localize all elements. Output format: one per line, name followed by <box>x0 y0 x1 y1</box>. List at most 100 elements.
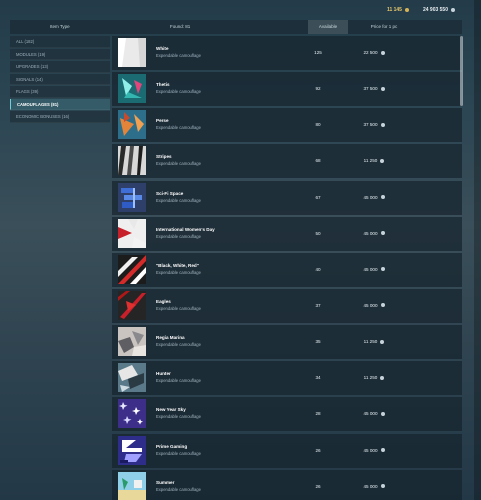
item-available: 68 <box>315 158 321 164</box>
camouflage-thumbnail <box>118 363 146 393</box>
camouflage-thumbnail <box>118 38 146 67</box>
item-name: Eagles <box>156 298 171 304</box>
camouflage-thumbnail <box>118 218 146 248</box>
item-available: 26 <box>315 483 321 489</box>
credits-icon <box>380 122 385 127</box>
credits-icon <box>380 339 385 344</box>
list-item[interactable]: White Expendable camouflage 125 22 500 <box>112 36 462 70</box>
item-type: Expendable camouflage <box>156 53 201 58</box>
item-type: Expendable camouflage <box>156 197 201 203</box>
item-available: 80 <box>315 122 321 128</box>
item-name: Stripes <box>156 154 172 160</box>
item-price: 45 000 <box>344 411 404 416</box>
list-item[interactable]: Perse Expendable camouflage 80 37 500 <box>112 108 462 143</box>
item-price: 45 000 <box>344 231 404 236</box>
list-item[interactable]: Stripes Expendable camouflage 68 11 250 <box>112 144 462 179</box>
item-available: 35 <box>315 339 321 345</box>
item-price: 45 000 <box>344 303 404 308</box>
list-item[interactable]: Thetis Expendable camouflage 92 37 500 <box>112 72 462 107</box>
perse-camo-icon <box>118 110 146 140</box>
item-name: Thetis <box>156 82 170 88</box>
currency-bar: 11 145 24 903 550 <box>0 0 481 20</box>
item-type: Expendable camouflage <box>156 342 201 348</box>
price-amount: 11 250 <box>363 375 378 381</box>
found-count: Found: 81 <box>170 24 191 29</box>
scrollbar[interactable] <box>460 36 463 106</box>
item-type: Expendable camouflage <box>156 450 201 456</box>
price-amount: 37 500 <box>363 86 378 92</box>
item-type: Expendable camouflage <box>156 305 201 311</box>
credits-icon <box>451 8 455 12</box>
item-available: 125 <box>314 50 322 55</box>
item-type: Expendable camouflage <box>156 161 201 167</box>
list-item[interactable]: New Year Sky Expendable camouflage 28 45 00… <box>112 397 462 432</box>
camouflage-thumbnail <box>118 399 146 429</box>
gold-balance: 11 145 <box>387 7 409 13</box>
list-item[interactable]: Eagles Expendable camouflage 37 45 000 <box>112 288 462 323</box>
new-year-sky-camo-icon <box>118 399 146 429</box>
item-name: Hunter <box>156 371 171 377</box>
camouflage-thumbnail <box>118 146 146 176</box>
filter-economic-bonuses[interactable]: ECONOMIC BONUSES (16) <box>10 111 110 123</box>
prime-gaming-camo-icon <box>118 435 146 465</box>
credits-icon <box>380 86 385 91</box>
item-name: New Year Sky <box>156 407 186 413</box>
item-name: "Black, White, Red" <box>156 262 199 268</box>
list-item[interactable]: Prime Gaming Expendable camouflage 26 45 00… <box>112 433 462 468</box>
item-price: 45 000 <box>344 195 404 200</box>
filter-modules[interactable]: MODULES (19) <box>10 48 110 60</box>
item-price: 37 500 <box>344 86 404 91</box>
camouflage-thumbnail <box>118 182 146 212</box>
list-item[interactable]: Summer Expendable camouflage 26 45 000 <box>112 469 462 500</box>
doubloon-icon <box>404 8 409 12</box>
item-name: White <box>156 46 169 51</box>
stripes-camo-icon <box>118 146 146 176</box>
list-item[interactable]: Sci-Fi Space Expendable camouflage 67 45 00… <box>112 180 462 215</box>
item-price: 11 250 <box>344 158 404 163</box>
credits-icon <box>380 195 385 200</box>
available-column-header[interactable]: Available <box>308 20 348 34</box>
price-amount: 11 250 <box>363 339 378 345</box>
price-column-header[interactable]: Price for 1 pc <box>354 20 414 34</box>
price-amount: 45 000 <box>363 230 378 236</box>
filter-signals[interactable]: SIGNALS (14) <box>10 73 110 85</box>
camouflage-thumbnail <box>118 290 146 320</box>
item-available: 34 <box>315 375 321 381</box>
list-item[interactable]: Regia Marina Expendable camouflage 35 11 25… <box>112 325 462 360</box>
price-amount: 11 250 <box>363 158 378 164</box>
price-amount: 22 500 <box>363 50 378 55</box>
list-item[interactable]: International Women's Day Expendable camo… <box>112 216 462 251</box>
item-price: 22 500 <box>344 50 404 55</box>
credits-icon <box>380 448 385 453</box>
white-camo-icon <box>118 38 146 67</box>
item-available: 28 <box>315 411 321 417</box>
item-price: 37 500 <box>344 122 404 127</box>
item-available: 37 <box>315 302 321 308</box>
camouflage-thumbnail <box>118 254 146 284</box>
item-type-filter: ALL (182) MODULES (19) UPGRADES (13) SIG… <box>10 36 110 124</box>
item-type: Expendable camouflage <box>156 269 201 275</box>
scifi-camo-icon <box>118 182 146 212</box>
item-price: 11 250 <box>344 339 404 344</box>
filter-flags[interactable]: FLAGS (39) <box>10 86 110 98</box>
filter-camouflages[interactable]: CAMOUFLAGES (81) <box>10 98 110 110</box>
price-amount: 37 500 <box>363 122 378 128</box>
eagles-camo-icon <box>118 290 146 320</box>
price-amount: 45 000 <box>363 411 378 417</box>
credits-balance: 24 903 550 <box>423 7 455 13</box>
regia-marina-camo-icon <box>118 327 146 357</box>
item-available: 26 <box>315 447 321 453</box>
item-type: Expendable camouflage <box>156 125 201 131</box>
camouflage-thumbnail <box>118 74 146 104</box>
list-item[interactable]: Hunter Expendable camouflage 34 11 250 <box>112 361 462 396</box>
filter-all[interactable]: ALL (182) <box>10 36 110 48</box>
item-price: 11 250 <box>344 375 404 380</box>
list-item[interactable]: "Black, White, Red" Expendable camouflage… <box>112 252 462 287</box>
item-name: Summer <box>156 479 175 485</box>
table-header: Item Type Found: 81 Available Price for … <box>10 20 462 34</box>
item-name: Perse <box>156 118 169 124</box>
womens-day-camo-icon <box>118 218 146 248</box>
filter-upgrades[interactable]: UPGRADES (13) <box>10 61 110 73</box>
camouflage-thumbnail <box>118 471 146 500</box>
item-type-header: Item Type <box>50 24 70 29</box>
